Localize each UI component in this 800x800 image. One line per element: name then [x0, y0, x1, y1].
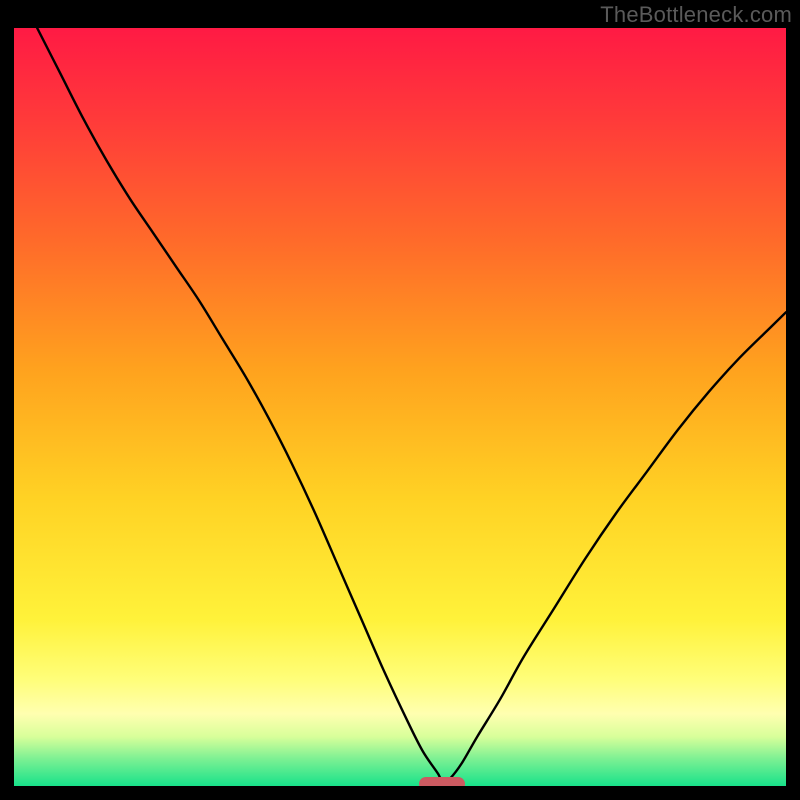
- min-marker: [419, 777, 465, 786]
- gradient-background: [14, 28, 786, 786]
- plot-area: [14, 28, 786, 786]
- plot-svg: [14, 28, 786, 786]
- chart-frame: TheBottleneck.com: [0, 0, 800, 800]
- watermark-text: TheBottleneck.com: [600, 2, 792, 28]
